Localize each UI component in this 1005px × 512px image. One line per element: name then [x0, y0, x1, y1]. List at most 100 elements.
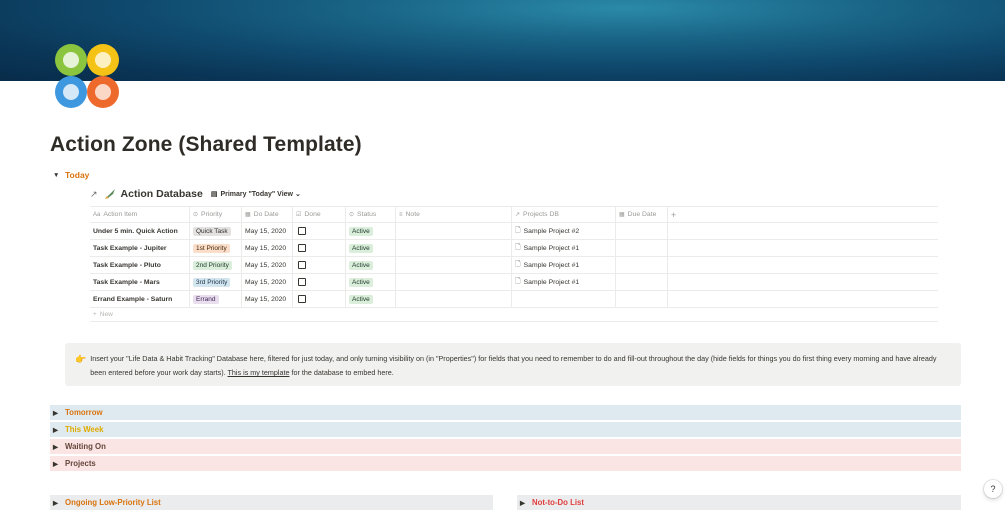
status-tag: Active: [349, 226, 373, 236]
callout-text[interactable]: Insert your "Life Data & Habit Tracking"…: [90, 352, 951, 386]
priority-tag: Quick Task: [193, 226, 231, 236]
database-view-label: Primary "Today" View: [220, 190, 293, 198]
due-date-cell[interactable]: [616, 223, 668, 239]
toggle-ongoing-label: Ongoing Low-Priority List: [65, 498, 161, 507]
action-item-cell[interactable]: Task Example - Jupiter: [90, 240, 190, 256]
column-header-due-date[interactable]: ▦ Due Date: [616, 207, 668, 222]
status-cell[interactable]: Active: [346, 274, 396, 290]
column-header-note[interactable]: ≡ Note: [396, 207, 512, 222]
table-row[interactable]: Under 5 min. Quick Action Quick Task May…: [90, 223, 938, 240]
database-view-selector[interactable]: ▤ Primary "Today" View ⌄: [211, 190, 301, 199]
table-row[interactable]: Task Example - Jupiter 1st Priority May …: [90, 240, 938, 257]
due-date-cell[interactable]: [616, 257, 668, 273]
table-row[interactable]: Task Example - Mars 3rd Priority May 15,…: [90, 274, 938, 291]
done-cell: [293, 257, 346, 273]
done-checkbox[interactable]: [298, 295, 306, 303]
action-item-cell[interactable]: Task Example - Mars: [90, 274, 190, 290]
four-color-circles-icon: [55, 44, 119, 108]
toggle-tomorrow-label: Tomorrow: [65, 408, 103, 417]
table-row[interactable]: Errand Example - Saturn Errand May 15, 2…: [90, 291, 938, 308]
do-date-cell[interactable]: May 15, 2020: [242, 291, 293, 307]
toggle-ongoing-low-priority[interactable]: ▶ Ongoing Low-Priority List: [50, 495, 493, 510]
toggle-this-week[interactable]: ▶ This Week: [50, 422, 961, 437]
priority-cell[interactable]: 1st Priority: [190, 240, 242, 256]
toggle-projects[interactable]: ▶ Projects: [50, 456, 961, 471]
toggle-projects-label: Projects: [65, 459, 96, 468]
toggle-today[interactable]: ▼ Today: [53, 170, 89, 180]
done-checkbox[interactable]: [298, 227, 306, 235]
project-cell[interactable]: 🗋 Sample Project #1: [512, 274, 616, 290]
empty-cell: [668, 291, 938, 307]
done-checkbox[interactable]: [298, 244, 306, 252]
do-date-cell[interactable]: May 15, 2020: [242, 240, 293, 256]
priority-tag: 2nd Priority: [193, 260, 232, 270]
priority-tag: Errand: [193, 294, 219, 304]
toggle-closed-icon[interactable]: ▶: [53, 426, 65, 434]
priority-cell[interactable]: Quick Task: [190, 223, 242, 239]
action-item-cell[interactable]: Under 5 min. Quick Action: [90, 223, 190, 239]
due-date-cell[interactable]: [616, 291, 668, 307]
table-header-row: Aa Action Item ⊙ Priority ▦ Do Date ☑ Done ⊙…: [90, 206, 938, 223]
status-cell[interactable]: Active: [346, 257, 396, 273]
status-cell[interactable]: Active: [346, 240, 396, 256]
toggle-closed-icon[interactable]: ▶: [53, 409, 65, 417]
relation-property-icon: ↗: [515, 212, 521, 218]
add-column-button[interactable]: +: [668, 207, 938, 222]
done-cell: [293, 240, 346, 256]
priority-cell[interactable]: 2nd Priority: [190, 257, 242, 273]
project-cell[interactable]: 🗋 Sample Project #2: [512, 223, 616, 239]
due-date-cell[interactable]: [616, 274, 668, 290]
column-header-action-item[interactable]: Aa Action Item: [90, 207, 190, 222]
table-row[interactable]: Task Example - Pluto 2nd Priority May 15…: [90, 257, 938, 274]
priority-cell[interactable]: Errand: [190, 291, 242, 307]
status-cell[interactable]: Active: [346, 223, 396, 239]
toggle-closed-icon[interactable]: ▶: [53, 443, 65, 451]
column-header-projects-db[interactable]: ↗ Projects DB: [512, 207, 616, 222]
toggle-this-week-label: This Week: [65, 425, 104, 434]
do-date-cell[interactable]: May 15, 2020: [242, 257, 293, 273]
empty-cell: [668, 257, 938, 273]
toggle-waiting-on[interactable]: ▶ Waiting On: [50, 439, 961, 454]
note-cell[interactable]: [396, 274, 512, 290]
page-icon: 🗋: [515, 226, 521, 234]
template-link[interactable]: This is my template: [228, 368, 290, 377]
new-row-button[interactable]: + New: [90, 308, 938, 322]
priority-cell[interactable]: 3rd Priority: [190, 274, 242, 290]
note-cell[interactable]: [396, 291, 512, 307]
project-cell[interactable]: 🗋 Sample Project #1: [512, 257, 616, 273]
due-date-cell[interactable]: [616, 240, 668, 256]
note-cell[interactable]: [396, 240, 512, 256]
toggle-not-to-do-label: Not-to-Do List: [532, 498, 584, 507]
column-header-done[interactable]: ☑ Done: [293, 207, 346, 222]
help-button[interactable]: ?: [984, 480, 1002, 498]
action-item-cell[interactable]: Errand Example - Saturn: [90, 291, 190, 307]
callout-block: 👉 Insert your "Life Data & Habit Trackin…: [65, 343, 961, 386]
done-cell: [293, 223, 346, 239]
date-property-icon: ▦: [619, 212, 625, 218]
project-cell[interactable]: [512, 291, 616, 307]
page-icon: 🗋: [515, 260, 521, 268]
toggle-open-icon[interactable]: ▼: [53, 172, 65, 179]
do-date-cell[interactable]: May 15, 2020: [242, 223, 293, 239]
toggle-tomorrow[interactable]: ▶ Tomorrow: [50, 405, 961, 420]
toggle-closed-icon[interactable]: ▶: [53, 499, 65, 507]
text-property-icon: ≡: [399, 211, 403, 218]
toggle-waiting-on-label: Waiting On: [65, 442, 106, 451]
column-header-priority[interactable]: ⊙ Priority: [190, 207, 242, 222]
do-date-cell[interactable]: May 15, 2020: [242, 274, 293, 290]
project-cell[interactable]: 🗋 Sample Project #1: [512, 240, 616, 256]
action-item-cell[interactable]: Task Example - Pluto: [90, 257, 190, 273]
column-header-status[interactable]: ⊙ Status: [346, 207, 396, 222]
column-header-do-date[interactable]: ▦ Do Date: [242, 207, 293, 222]
database-title[interactable]: Action Database: [121, 188, 203, 200]
note-cell[interactable]: [396, 223, 512, 239]
status-cell[interactable]: Active: [346, 291, 396, 307]
linked-database-arrow-icon[interactable]: ↗: [90, 189, 98, 200]
toggle-closed-icon[interactable]: ▶: [53, 460, 65, 468]
toggle-not-to-do[interactable]: ▶ Not-to-Do List: [517, 495, 961, 510]
done-checkbox[interactable]: [298, 261, 306, 269]
priority-tag: 1st Priority: [193, 243, 230, 253]
toggle-closed-icon[interactable]: ▶: [520, 499, 532, 507]
note-cell[interactable]: [396, 257, 512, 273]
done-checkbox[interactable]: [298, 278, 306, 286]
